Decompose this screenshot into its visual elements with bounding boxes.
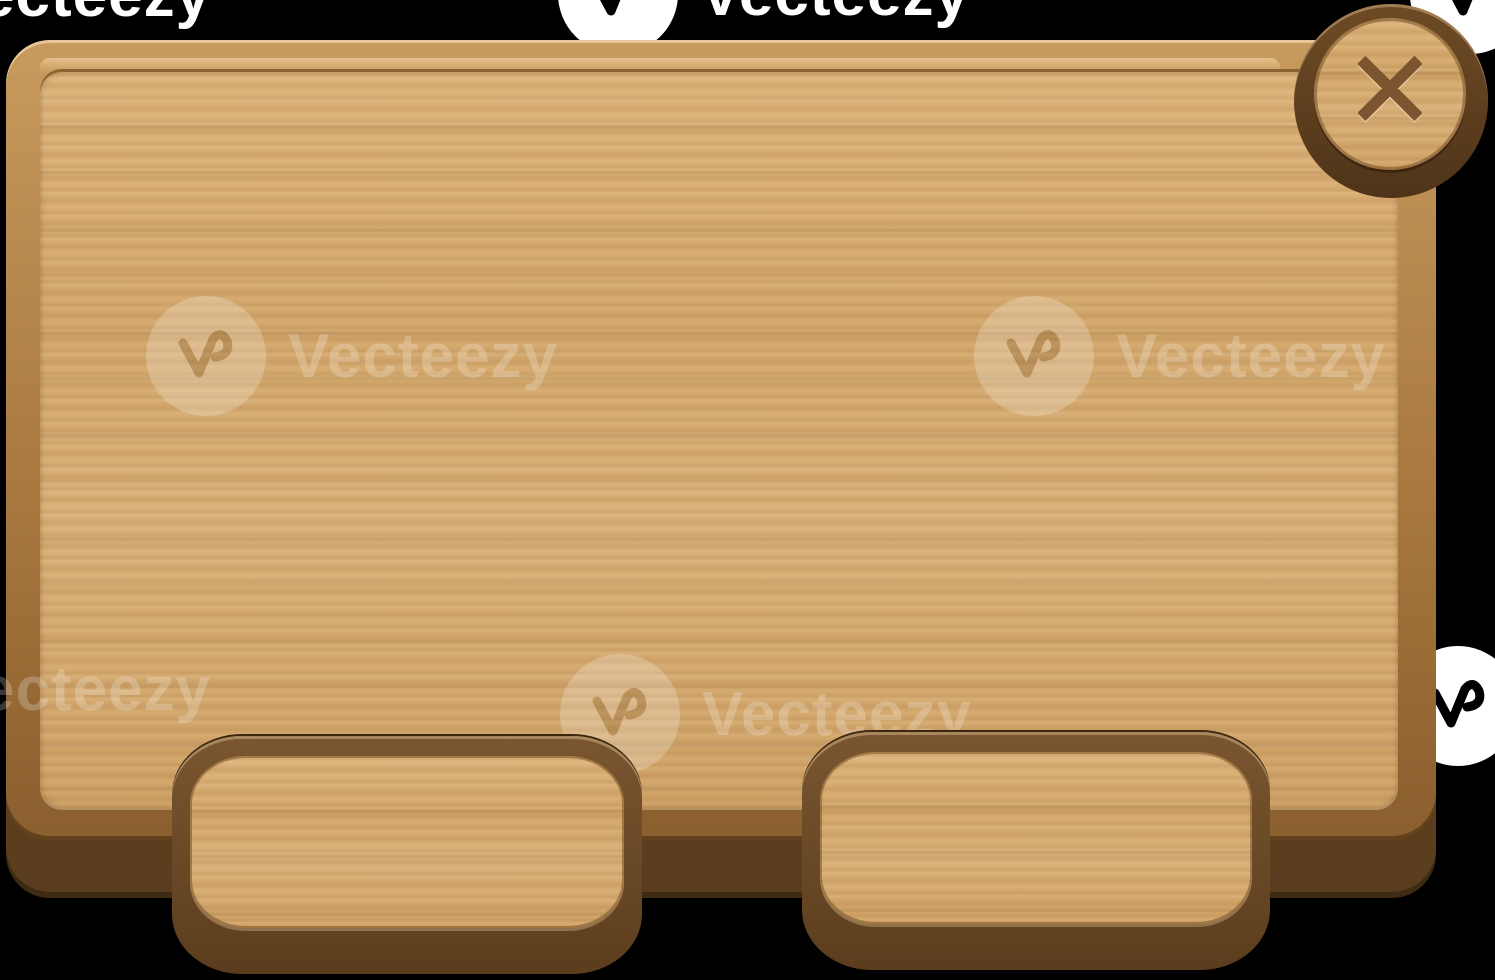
watermark-top-left: ecteezy xyxy=(0,0,211,31)
close-button-face: ✕ xyxy=(1314,18,1466,170)
watermark-text: ecteezy xyxy=(0,0,211,31)
board-panel xyxy=(40,72,1398,808)
button-label xyxy=(190,756,624,928)
watermark-text: Vecteezy xyxy=(700,0,970,30)
button-face xyxy=(190,756,624,928)
button-face xyxy=(820,752,1252,924)
right-action-button[interactable] xyxy=(802,732,1270,970)
close-icon: ✕ xyxy=(1343,27,1437,155)
left-action-button[interactable] xyxy=(172,736,642,974)
close-button[interactable]: ✕ xyxy=(1294,4,1488,198)
button-label xyxy=(820,752,1252,924)
board-top-lip xyxy=(40,58,1280,72)
